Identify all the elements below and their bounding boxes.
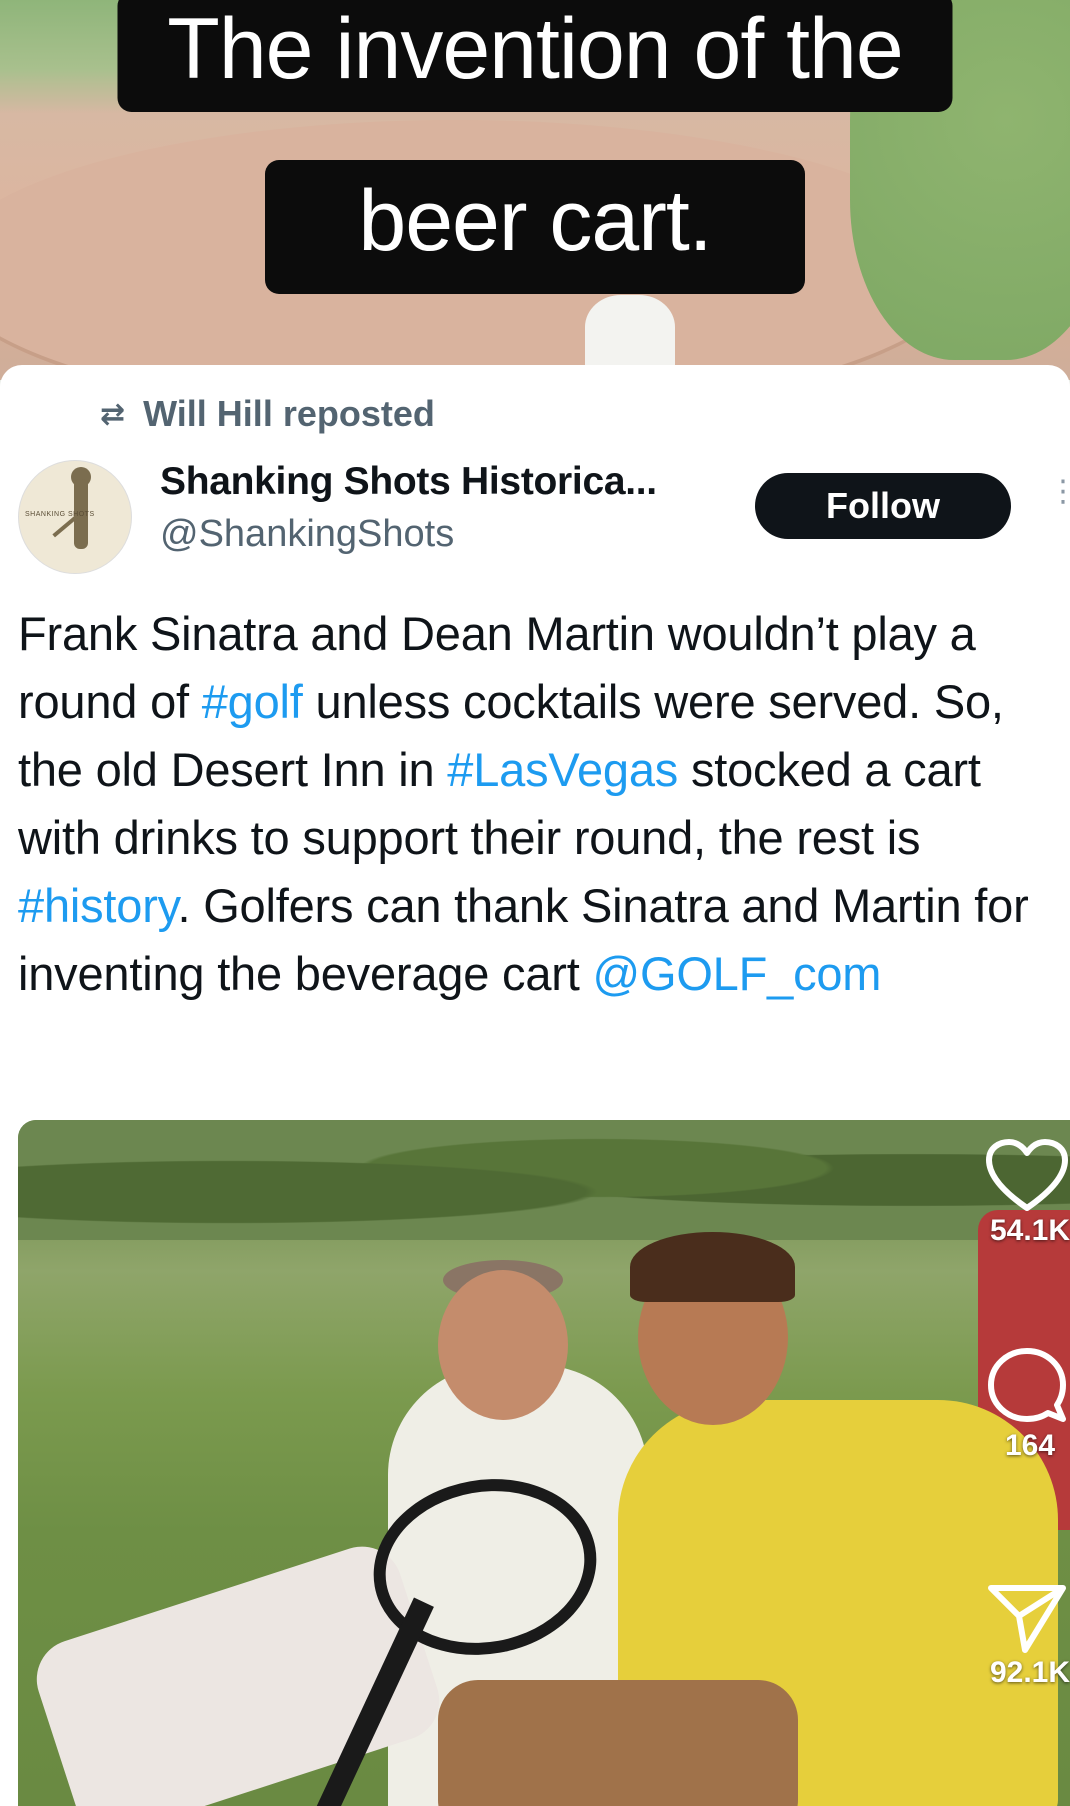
photo-legs xyxy=(438,1680,798,1806)
avatar-logo-text: SHANKING SHOTS xyxy=(25,511,95,518)
share-button[interactable]: 92.1K xyxy=(985,1580,1070,1690)
author-handle[interactable]: @ShankingShots xyxy=(160,513,454,556)
send-icon xyxy=(988,1585,1066,1653)
tweet-card: ⇄ Will Hill reposted SHANKING SHOTS Shan… xyxy=(0,365,1070,1806)
mention-link[interactable]: @GOLF_com xyxy=(592,947,881,1000)
retweet-icon: ⇄ xyxy=(100,397,126,431)
photo-hair xyxy=(630,1232,795,1302)
like-count: 54.1K xyxy=(989,1214,1070,1247)
more-options-icon[interactable]: ⋮ xyxy=(1048,477,1070,507)
author-name[interactable]: Shanking Shots Historica... xyxy=(160,460,657,504)
comment-icon xyxy=(988,1348,1066,1422)
hashtag-link[interactable]: #history xyxy=(18,879,178,932)
comment-count: 164 xyxy=(1004,1429,1056,1462)
tweet-photo[interactable] xyxy=(18,1120,1070,1806)
hashtag-link[interactable]: #golf xyxy=(202,675,303,728)
share-count: 92.1K xyxy=(989,1656,1070,1689)
heart-icon xyxy=(986,1139,1068,1211)
hashtag-link[interactable]: #LasVegas xyxy=(447,743,678,796)
tweet-text: Frank Sinatra and Dean Martin wouldn’t p… xyxy=(18,600,1070,1008)
follow-button[interactable]: Follow xyxy=(755,473,1011,539)
like-button[interactable]: 54.1K xyxy=(985,1138,1070,1248)
photo-trees xyxy=(18,1120,1070,1240)
photo-face xyxy=(438,1270,568,1420)
repost-label: Will Hill reposted xyxy=(143,393,435,434)
avatar[interactable]: SHANKING SHOTS xyxy=(18,460,132,574)
comment-button[interactable]: 164 xyxy=(985,1345,1070,1463)
repost-indicator[interactable]: ⇄ Will Hill reposted xyxy=(100,393,435,435)
video-caption-line2: beer cart. xyxy=(265,160,805,294)
video-caption-line1: The invention of the xyxy=(117,0,953,112)
golf-ball xyxy=(585,295,675,375)
